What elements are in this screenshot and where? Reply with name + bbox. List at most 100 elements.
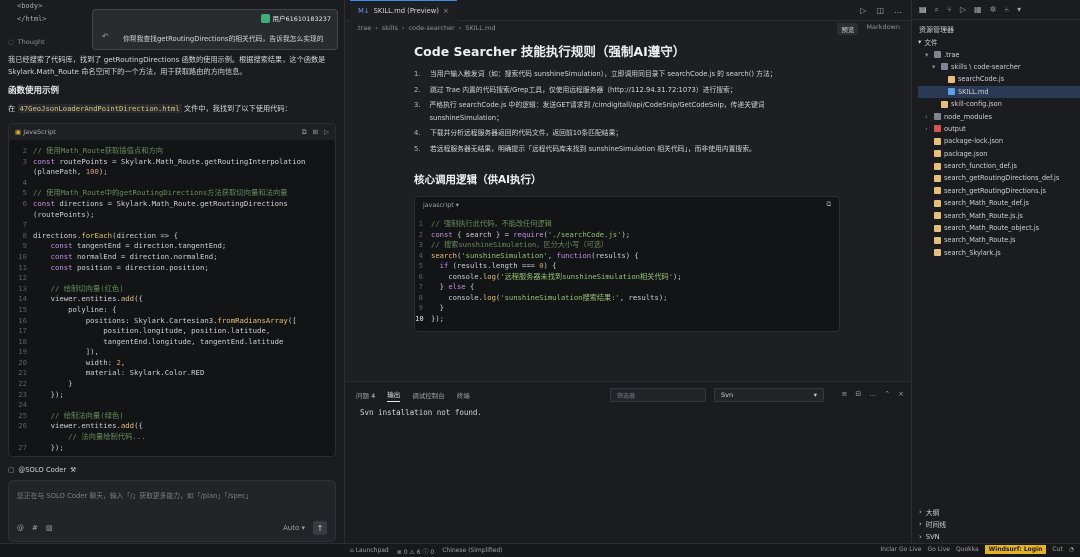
file-link[interactable]: 47GeoJsonLoaderAndPointDirection.html bbox=[17, 104, 182, 113]
lock-icon[interactable]: ⊟ bbox=[855, 390, 861, 398]
code-text: search('sunshineSimulation', function(re… bbox=[431, 250, 639, 260]
user-badge: 用户61610183237 bbox=[260, 13, 331, 23]
explorer-panel: ▤ ⌕ ⑂ ▷ ▦ ✲ ⑃ ▾ 资源管理器 ▾ 文件 ▾ .trae ▾ skills … bbox=[911, 0, 1080, 543]
code-lang-selector[interactable]: javascript ▾ bbox=[423, 202, 459, 209]
code-text: // 强制执行此代码，不能改任何逻辑 bbox=[431, 219, 552, 228]
run-debug-icon[interactable]: ▷ bbox=[960, 5, 966, 14]
insert-icon[interactable]: ⊞ bbox=[313, 128, 318, 137]
tree-item-label: package.json bbox=[944, 149, 988, 158]
send-button[interactable]: ↑ bbox=[313, 521, 327, 535]
thought-toggle[interactable]: ◌ Thought bbox=[8, 38, 45, 46]
split-editor-icon[interactable]: ◫ bbox=[876, 6, 884, 15]
copy-icon[interactable]: ⧉ bbox=[302, 128, 307, 137]
crumb[interactable]: .trae bbox=[356, 24, 371, 32]
section-svn[interactable]: › SVN bbox=[912, 531, 1080, 544]
tree-item[interactable]: search_Skylark.js bbox=[918, 247, 1080, 259]
markdown-toggle[interactable]: Markdown bbox=[866, 23, 900, 35]
folder-icon bbox=[934, 113, 941, 121]
chevron-down-icon[interactable]: ▾ bbox=[1017, 5, 1021, 14]
more-icon[interactable]: … bbox=[894, 6, 902, 15]
close-icon[interactable]: × bbox=[898, 390, 904, 398]
extensions-icon[interactable]: ▦ bbox=[974, 5, 982, 14]
thought-label: Thought bbox=[17, 38, 45, 46]
code-lang: javascript bbox=[423, 201, 454, 209]
tree-item[interactable]: ▾ skills \ code-searcher bbox=[918, 61, 1080, 73]
image-icon[interactable]: ▨ bbox=[46, 524, 53, 532]
hash-icon[interactable]: # bbox=[32, 524, 38, 532]
tree-item[interactable]: package-lock.json bbox=[918, 135, 1080, 147]
undo-icon[interactable]: ↶ bbox=[102, 32, 109, 41]
tab-terminal[interactable]: 终端 bbox=[457, 390, 470, 400]
code-line: 4 search('sunshineSimulation', function(r… bbox=[415, 251, 839, 262]
status-item[interactable]: Quokka bbox=[956, 546, 979, 553]
maximize-icon[interactable]: ⌃ bbox=[884, 390, 890, 398]
model-selector[interactable]: Auto ▾ bbox=[283, 524, 305, 532]
js-file-icon bbox=[934, 162, 941, 170]
run-icon[interactable]: ▷ bbox=[860, 6, 866, 15]
tree-item[interactable]: search_Math_Route_object.js bbox=[918, 222, 1080, 234]
branch-icon[interactable]: ⑃ bbox=[1004, 5, 1009, 14]
tree-item[interactable]: search_getRoutingDirections_def.js bbox=[918, 172, 1080, 184]
line-number: 3 bbox=[418, 240, 423, 249]
tree-item[interactable]: › output bbox=[918, 123, 1080, 135]
tree-item-label: searchCode.js bbox=[958, 75, 1005, 84]
crumb[interactable]: SKILL.md bbox=[465, 24, 495, 32]
code-text: tangentEnd.longitude, tangentEnd.latitud… bbox=[33, 336, 284, 346]
solo-coder-tag[interactable]: ▢ @SOLO Coder ⚒ bbox=[8, 466, 76, 474]
files-icon[interactable]: ▤ bbox=[919, 5, 927, 14]
copy-icon[interactable]: ⧉ bbox=[827, 201, 832, 209]
tree-item[interactable]: package.json bbox=[918, 148, 1080, 160]
crumb[interactable]: skills bbox=[382, 24, 398, 32]
status-item[interactable]: Inclar Go Live bbox=[880, 546, 921, 553]
tree-item[interactable]: › node_modules bbox=[918, 110, 1080, 122]
windsurf-login-button[interactable]: Windsurf: Login bbox=[984, 545, 1047, 554]
preview-toggle[interactable]: 预览 bbox=[837, 23, 859, 35]
chat-input[interactable]: 您正在与 SOLO Coder 聊天，输入「/」获取更多能力，如「/plan」「… bbox=[8, 480, 336, 542]
tree-item[interactable]: search_Math_Route.js bbox=[918, 234, 1080, 246]
tree-item[interactable]: search_Math_Route.js.js bbox=[918, 209, 1080, 221]
tab-output[interactable]: 输出 bbox=[387, 389, 401, 402]
tree-item[interactable]: search_function_def.js bbox=[918, 160, 1080, 172]
line-number: 15 bbox=[18, 304, 27, 314]
line-number: 6 bbox=[22, 198, 27, 208]
tree-item[interactable]: searchCode.js bbox=[918, 73, 1080, 85]
errors-indicator[interactable]: ⊗ 0 ⚠ 6 ⓘ 0 bbox=[397, 547, 434, 556]
tree-item[interactable]: SKILL.md bbox=[918, 85, 1080, 98]
code-text: } else { bbox=[431, 282, 475, 291]
section-timeline[interactable]: › 时间线 bbox=[912, 518, 1080, 531]
bottom-panel: 问题 4 输出 调试控制台 终端 筛选器 Svn ▾ ≡ ⊟ … ⌃ × Svn … bbox=[346, 381, 910, 543]
tree-item[interactable]: search_getRoutingDirections.js bbox=[918, 185, 1080, 197]
tree-item-label: output bbox=[944, 124, 966, 133]
tab-skill-preview[interactable]: M↓ SKILL.md (Preview) × bbox=[350, 0, 457, 21]
section-files[interactable]: ▾ 文件 bbox=[912, 36, 1080, 48]
filter-input[interactable]: 筛选器 bbox=[610, 388, 706, 402]
code-text: width: 2, bbox=[33, 357, 126, 367]
run-icon[interactable]: ▷ bbox=[324, 128, 329, 137]
user-message: 你帮我查找getRoutingDirections的相关代码，告诉我怎么实现的 bbox=[123, 35, 324, 43]
mention-icon[interactable]: @ bbox=[17, 524, 24, 532]
language-indicator[interactable]: Chinese (Simplified) bbox=[442, 547, 502, 556]
tree-item[interactable]: ▾ .trae bbox=[918, 48, 1080, 60]
line-number: 24 bbox=[18, 400, 27, 410]
crumb[interactable]: code-searcher bbox=[408, 24, 454, 32]
more-icon[interactable]: … bbox=[869, 390, 876, 398]
tree-item[interactable]: skill-config.json bbox=[918, 98, 1080, 110]
tree-item-label: search_Math_Route.js.js bbox=[944, 211, 1023, 220]
status-item[interactable]: Cut bbox=[1052, 546, 1062, 553]
bell-icon[interactable]: ◔ bbox=[1069, 546, 1074, 553]
settings-icon[interactable]: ✲ bbox=[990, 5, 997, 14]
panel-tabs: 问题 4 输出 调试控制台 终端 筛选器 Svn ▾ ≡ ⊟ … ⌃ × bbox=[346, 382, 910, 408]
output-channel-select[interactable]: Svn ▾ bbox=[714, 388, 824, 402]
section-outline[interactable]: › 大纲 bbox=[912, 506, 1080, 519]
tab-problems[interactable]: 问题 4 bbox=[356, 390, 375, 400]
tree-item[interactable]: search_Math_Route_def.js bbox=[918, 197, 1080, 209]
source-control-icon[interactable]: ⑂ bbox=[947, 5, 952, 14]
code-text: (planePath, 100); bbox=[33, 167, 108, 177]
line-number: 19 bbox=[18, 347, 27, 357]
list-icon[interactable]: ≡ bbox=[842, 390, 848, 398]
launchpad-button[interactable]: ⌂ Launchpad bbox=[350, 547, 389, 556]
status-item[interactable]: Go Live bbox=[927, 546, 949, 553]
close-icon[interactable]: × bbox=[443, 7, 449, 15]
search-icon[interactable]: ⌕ bbox=[935, 5, 939, 15]
tab-debug-console[interactable]: 调试控制台 bbox=[412, 390, 445, 400]
